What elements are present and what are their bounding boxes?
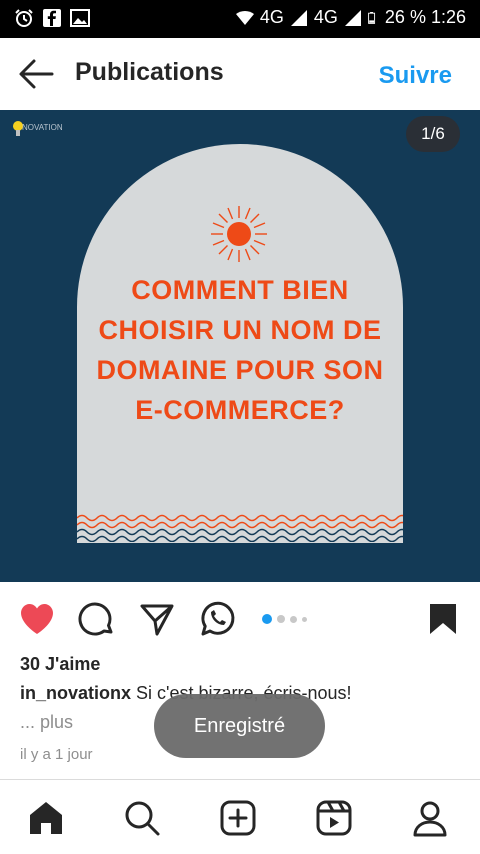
post-headline: COMMENT BIEN CHOISIR UN NOM DE DOMAINE P… (77, 270, 403, 430)
headline-line: COMMENT BIEN (131, 275, 349, 305)
battery-icon (368, 11, 375, 24)
wave-decoration (77, 514, 403, 542)
headline-line: DOMAINE POUR SON (96, 355, 384, 385)
sun-icon (211, 206, 267, 262)
post-image[interactable]: NOVATION 1/6 COMMENT BIEN CHOISIR UN NOM… (0, 110, 480, 582)
image-counter: 1/6 (406, 116, 460, 152)
reels-icon[interactable] (314, 798, 354, 838)
clock: 1:26 (430, 7, 466, 27)
signal-icon (290, 9, 307, 26)
headline-line: CHOISIR UN NOM DE (98, 315, 382, 345)
whatsapp-icon[interactable] (198, 600, 236, 638)
facebook-icon (43, 9, 61, 27)
carousel-indicator (262, 614, 307, 624)
more-link[interactable]: ... plus (20, 712, 73, 733)
carousel-dot (302, 616, 307, 622)
home-icon[interactable] (26, 798, 66, 838)
likes-count[interactable]: 30 J'aime (20, 654, 100, 675)
header: Publications Suivre (0, 38, 480, 110)
image-notification-icon (70, 9, 90, 27)
caption-username[interactable]: in_novationx (20, 683, 131, 703)
carousel-dot (262, 614, 272, 624)
brand-logo-text: NOVATION (22, 123, 63, 132)
carousel-dot (277, 615, 285, 623)
page-title: Publications (75, 58, 224, 86)
headline-line: E-COMMERCE? (135, 395, 345, 425)
comment-icon[interactable] (78, 600, 116, 638)
network-type-1: 4G (259, 7, 284, 27)
arch-card: COMMENT BIEN CHOISIR UN NOM DE DOMAINE P… (77, 144, 403, 543)
alarm-icon (15, 9, 33, 27)
like-heart-icon[interactable] (18, 600, 56, 638)
wifi-icon (235, 10, 254, 25)
post-action-bar (0, 582, 480, 658)
new-post-icon[interactable] (218, 798, 258, 838)
share-paper-plane-icon[interactable] (138, 600, 176, 638)
back-arrow-icon[interactable] (16, 56, 56, 92)
battery-percent: 26 % (384, 7, 426, 27)
status-bar: 4G 4G 26 % 1:26 (0, 0, 480, 38)
post-time: il y a 1 jour (20, 746, 93, 763)
profile-icon[interactable] (410, 798, 450, 838)
signal-icon (344, 9, 361, 26)
bottom-navigation (0, 780, 480, 854)
bookmark-saved-icon[interactable] (424, 600, 462, 638)
search-icon[interactable] (122, 798, 162, 838)
carousel-dot (290, 615, 297, 623)
saved-toast: Enregistré (154, 694, 325, 758)
follow-button[interactable]: Suivre (379, 62, 452, 90)
network-type-2: 4G (313, 7, 338, 27)
